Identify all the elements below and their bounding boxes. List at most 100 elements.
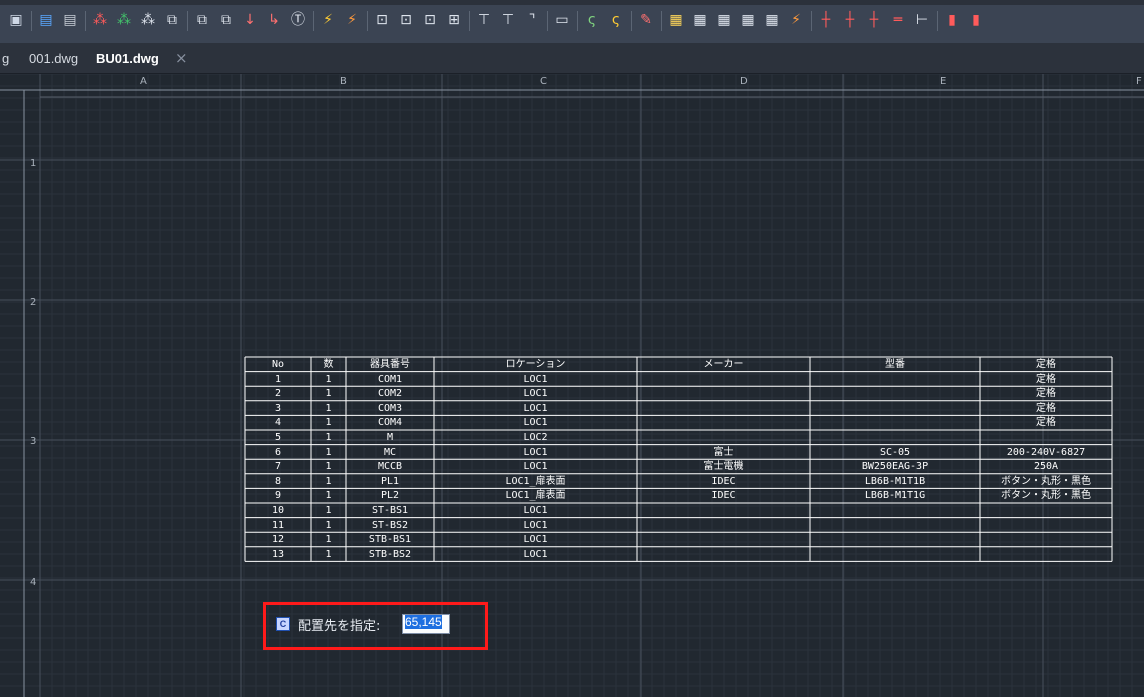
copy-icon[interactable]: ⧉ — [192, 10, 212, 30]
table-cell: 1 — [325, 402, 332, 414]
table-cell: 1 — [325, 505, 332, 516]
wand-icon[interactable]: ⚡ — [318, 10, 338, 30]
column-label: F — [1136, 76, 1142, 87]
table-cell: ボタン・丸形・黒色 — [1001, 475, 1091, 487]
table-cell: 9 — [274, 490, 282, 502]
table-cell: 定格 — [1036, 417, 1056, 429]
table-cell: MCCB — [377, 461, 403, 473]
command-icon: C — [276, 617, 290, 631]
tb-circle-icon[interactable]: Ⓣ — [288, 10, 308, 30]
table-cell: LB6B-M1T1B — [864, 475, 926, 487]
page-red2-icon[interactable]: ▮ — [966, 10, 986, 30]
column-label: B — [340, 76, 347, 87]
table-header-cell: 定格 — [1036, 359, 1056, 370]
table-cell: LOC1 — [523, 388, 548, 400]
table-cell: 1 — [325, 373, 332, 385]
document-tab-bar: g 001.dwg BU01.dwg × — [0, 43, 1144, 74]
line-corner-icon[interactable]: ⌝ — [522, 10, 542, 30]
table-cell: LOC1 — [523, 505, 548, 516]
block-table-icon[interactable]: ⊞ — [444, 10, 464, 30]
table-header-cell: ロケーション — [505, 359, 566, 370]
block-p-icon[interactable]: ⊡ — [372, 10, 392, 30]
toolbar-separator — [547, 11, 548, 31]
table-cell: 13 — [271, 548, 285, 560]
pen-icon[interactable]: ✎ — [636, 10, 656, 30]
command-coordinate-input[interactable]: 65,145 — [402, 614, 450, 634]
tab-partial[interactable]: g — [2, 51, 9, 66]
table-cell: LOC1 — [523, 519, 548, 531]
array-green-icon[interactable]: ⁂ — [114, 10, 134, 30]
table-cell: 7 — [274, 461, 282, 473]
table-cell: MC — [383, 446, 397, 458]
grid-table3-icon[interactable]: ▦ — [714, 10, 734, 30]
grid-table4-icon[interactable]: ▦ — [738, 10, 758, 30]
layout-icon[interactable]: ▣ — [6, 10, 26, 30]
line-branch2-icon[interactable]: ⊤ — [498, 10, 518, 30]
table-cell: LOC1_扉表面 — [505, 475, 566, 487]
equals-icon[interactable]: ═ — [888, 10, 908, 30]
table-cell: 10 — [271, 505, 285, 516]
table-cell: SC-05 — [879, 446, 911, 458]
database-gray-icon[interactable]: ▤ — [60, 10, 80, 30]
copy-alt-icon[interactable]: ⧉ — [216, 10, 236, 30]
cross-icon[interactable]: ┼ — [840, 10, 860, 30]
table-cell: 8 — [274, 475, 282, 487]
curve-alt-icon[interactable]: ς — [606, 10, 626, 30]
arrow-down-red-icon[interactable]: ↓ — [240, 10, 260, 30]
table-header-cell: メーカー — [703, 359, 744, 370]
page-red-icon[interactable]: ▮ — [942, 10, 962, 30]
table-cell: LOC1 — [523, 534, 548, 546]
table-cell: ボタン・丸形・黒色 — [1001, 490, 1091, 502]
table-cell: LOC1 — [523, 417, 548, 429]
command-input-value: 65,145 — [405, 615, 442, 629]
grid-table2-icon[interactable]: ▦ — [690, 10, 710, 30]
cross-red-icon[interactable]: ┼ — [816, 10, 836, 30]
grid-table5-icon[interactable]: ▦ — [762, 10, 782, 30]
table-cell: 250A — [1033, 461, 1059, 473]
column-label: D — [740, 76, 748, 87]
toolbar-separator — [577, 11, 578, 31]
toolbar-separator — [811, 11, 812, 31]
table-cell: 富士 — [713, 446, 734, 458]
tab-001-dwg[interactable]: 001.dwg — [29, 51, 78, 66]
table-header-cell: 器具番号 — [370, 359, 410, 370]
row-label: 2 — [30, 297, 37, 308]
grid-table-icon[interactable]: ▦ — [666, 10, 686, 30]
block-p2-icon[interactable]: ⊡ — [396, 10, 416, 30]
column-label: C — [540, 76, 547, 87]
line-branch-icon[interactable]: ⊤ — [474, 10, 494, 30]
tab-close-icon[interactable]: × — [175, 49, 188, 67]
table-cell: COM2 — [377, 388, 403, 400]
table-cell: 定格 — [1036, 388, 1056, 400]
tab-bu01-dwg[interactable]: BU01.dwg — [96, 51, 159, 66]
database-icon[interactable]: ▤ — [36, 10, 56, 30]
block-edit-icon[interactable]: ⊡ — [420, 10, 440, 30]
tee-icon[interactable]: ┼ — [864, 10, 884, 30]
table-cell: M — [386, 432, 394, 443]
toolbar: ▣ ▤ ▤ ⁂ ⁂ ⁂ ⧉ ⧉ ⧉ ↓ ↳ Ⓣ ⚡ ⚡ ⊡ ⊡ ⊡ ⊞ ⊤ ⊤ ⌝ ▭ ς ς ✎ ▦ ▦ ▦ ▦ ▦ ⚡ ┼ ┼ ┼ ═ ⊢ ▮ ▮ — [0, 0, 1144, 44]
table-cell: 12 — [271, 534, 285, 546]
array-dotted-icon[interactable]: ⁂ — [138, 10, 158, 30]
arrow-down-corner-icon[interactable]: ↳ — [264, 10, 284, 30]
table-cell: 1 — [325, 475, 332, 487]
curve-icon[interactable]: ς — [582, 10, 602, 30]
table-cell: 1 — [325, 490, 332, 502]
table-header-cell: 型番 — [885, 359, 905, 370]
row-label: 1 — [30, 158, 37, 169]
table-cell: 1 — [325, 519, 332, 531]
array-red-icon[interactable]: ⁂ — [90, 10, 110, 30]
table-cell: 1 — [274, 373, 282, 385]
wand-table-icon[interactable]: ⚡ — [786, 10, 806, 30]
table-cell: IDEC — [711, 475, 736, 487]
table-cell: ST-BS2 — [371, 519, 409, 531]
toolbar-separator — [469, 11, 470, 31]
array-box-icon[interactable]: ⧉ — [162, 10, 182, 30]
table-cell: STB-BS2 — [368, 548, 412, 560]
table-cell: 1 — [325, 461, 332, 473]
toolbar-separator — [313, 11, 314, 31]
wand-alt-icon[interactable]: ⚡ — [342, 10, 362, 30]
tee-right-icon[interactable]: ⊢ — [912, 10, 932, 30]
table-cell: 1 — [325, 548, 332, 560]
toolbar-separator — [937, 11, 938, 31]
panel-icon[interactable]: ▭ — [552, 10, 572, 30]
